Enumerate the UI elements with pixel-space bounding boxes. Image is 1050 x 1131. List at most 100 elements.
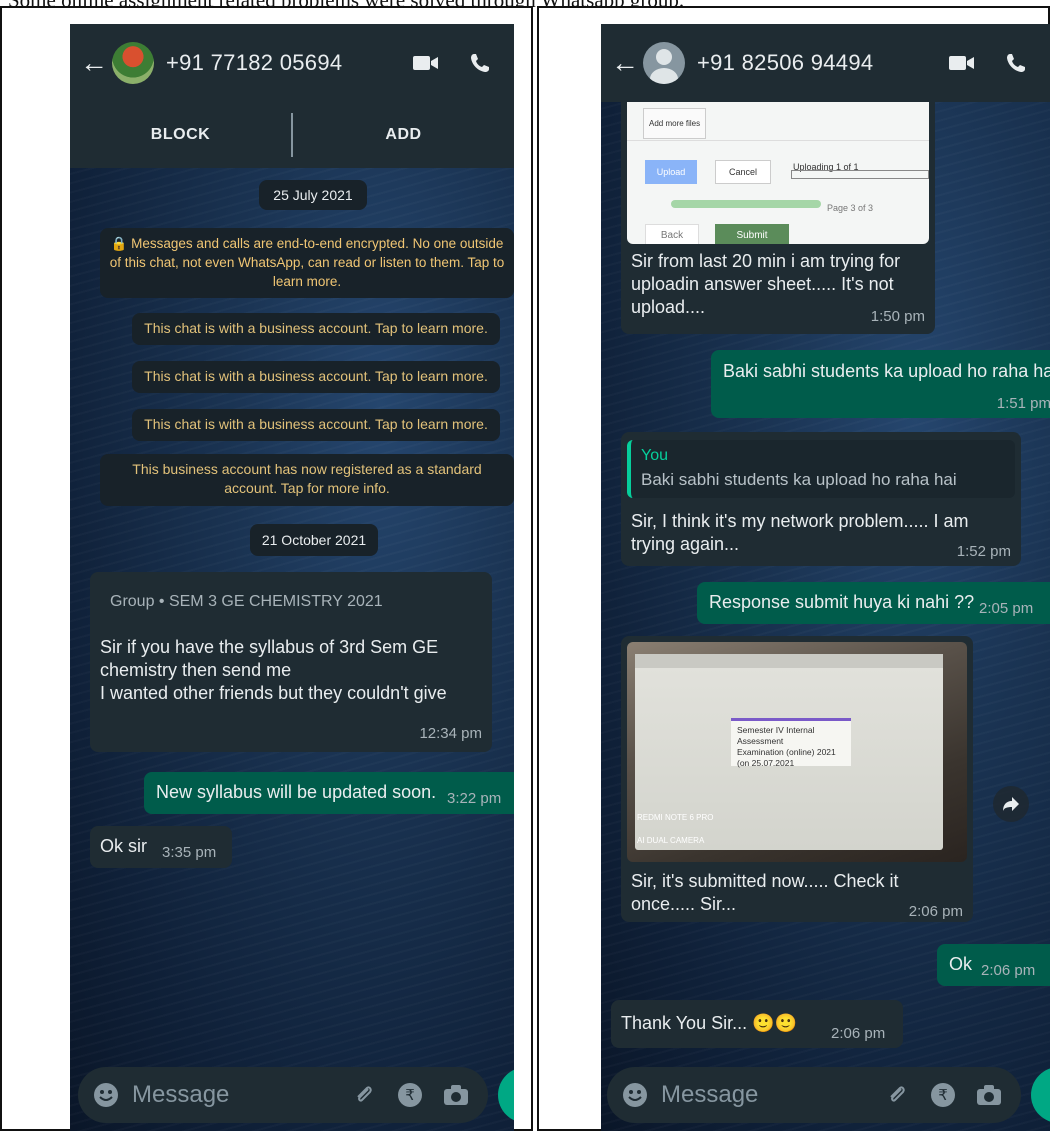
incoming-message[interactable]: Semester IV Internal Assessment Examinat…	[621, 636, 973, 922]
block-add-bar: BLOCK ADD	[70, 102, 514, 168]
message-text: Sir, it's submitted now..... Check it	[631, 871, 899, 891]
chat-header: ← +91 77182 05694	[70, 24, 514, 102]
message-time: 1:50 pm	[870, 308, 925, 325]
upload-button: Upload	[645, 160, 697, 184]
page-indicator: Page 3 of 3	[827, 203, 874, 213]
back-arrow-icon[interactable]: ←	[80, 47, 112, 79]
svg-text:₹: ₹	[938, 1086, 948, 1104]
message-input[interactable]: Message	[661, 1081, 883, 1109]
message-text: Ok	[949, 954, 973, 974]
message-time: 2:05 pm	[979, 600, 1034, 617]
attach-icon[interactable]	[883, 1081, 911, 1109]
exam-card-title: Semester IV Internal Assessment	[737, 725, 815, 746]
cancel-button: Cancel	[715, 160, 771, 184]
camera-watermark-line: REDMI NOTE 6 PRO	[637, 813, 714, 822]
contact-name[interactable]: +91 77182 05694	[166, 50, 406, 76]
message-time: 2:06 pm	[981, 962, 1036, 979]
message-text: Sir if you have the syllabus of 3rd Sem …	[100, 637, 439, 657]
right-screenshot-frame: ← +91 82506 94494 Add more files Upload …	[537, 6, 1050, 1131]
message-text: I wanted other friends but they couldn't…	[100, 683, 447, 703]
date-pill: 25 July 2021	[259, 180, 367, 210]
message-composer[interactable]: Message ₹	[78, 1067, 488, 1123]
exam-card-subtitle: Examination (online) 2021 (on 25.07.2021	[737, 747, 836, 768]
message-text: Baki sabhi students ka upload ho raha ha…	[723, 361, 1050, 381]
browser-bar	[635, 654, 943, 668]
photo-attachment[interactable]: Semester IV Internal Assessment Examinat…	[627, 642, 967, 862]
mic-button[interactable]	[1031, 1067, 1050, 1123]
quoted-author: You	[641, 447, 668, 464]
message-text: Sir, I think it's my network problem....…	[631, 511, 969, 531]
payment-icon[interactable]: ₹	[396, 1081, 424, 1109]
right-phone-screen: ← +91 82506 94494 Add more files Upload …	[601, 24, 1050, 1131]
business-notice[interactable]: This chat is with a business account. Ta…	[132, 409, 500, 441]
message-time: 2:06 pm	[831, 1025, 886, 1042]
message-text: Response submit huya ki nahi ??	[709, 592, 975, 612]
camera-icon[interactable]	[442, 1081, 470, 1109]
submit-button: Submit	[715, 224, 789, 244]
outgoing-message[interactable]: Baki sabhi students ka upload ho raha ha…	[711, 350, 1050, 418]
add-button[interactable]: ADD	[293, 126, 514, 144]
phone-call-icon[interactable]	[996, 43, 1036, 83]
date-pill: 21 October 2021	[250, 524, 378, 556]
camera-watermark: REDMI NOTE 6 PRO AI DUAL CAMERA	[637, 806, 713, 852]
quoted-text: Baki sabhi students ka upload ho raha ha…	[641, 470, 957, 489]
upload-progress-bar	[791, 170, 929, 179]
standard-account-notice[interactable]: This business account has now registered…	[100, 454, 514, 506]
add-files-button: Add more files	[643, 108, 707, 139]
message-time: 3:35 pm	[162, 844, 217, 861]
form-progress-bar	[671, 200, 821, 208]
attach-icon[interactable]	[350, 1081, 378, 1109]
camera-icon[interactable]	[975, 1081, 1003, 1109]
quoted-message[interactable]: You Baki sabhi students ka upload ho rah…	[627, 440, 1015, 498]
business-notice[interactable]: This chat is with a business account. Ta…	[132, 361, 500, 393]
left-phone-screen: ← +91 77182 05694 BLOCK ADD 25 July 2021…	[70, 24, 514, 1131]
camera-watermark-line: AI DUAL CAMERA	[637, 836, 705, 845]
outgoing-message[interactable]: Ok 2:06 pm	[937, 944, 1050, 986]
exam-card: Semester IV Internal Assessment Examinat…	[731, 718, 851, 768]
incoming-message[interactable]: Ok sir 3:35 pm	[90, 826, 232, 868]
video-call-icon[interactable]	[406, 43, 446, 83]
video-call-icon[interactable]	[942, 43, 982, 83]
incoming-message[interactable]: You Baki sabhi students ka upload ho rah…	[621, 432, 1021, 566]
mic-button[interactable]	[498, 1067, 514, 1123]
message-text: Ok sir	[100, 836, 147, 856]
form-screenshot-image[interactable]: Add more files Upload Cancel Uploading 1…	[627, 102, 929, 244]
left-screenshot-frame: ← +91 77182 05694 BLOCK ADD 25 July 2021…	[0, 6, 533, 1131]
business-notice[interactable]: This chat is with a business account. Ta…	[132, 313, 500, 345]
encryption-notice[interactable]: 🔒 Messages and calls are end-to-end encr…	[100, 228, 514, 298]
message-text: Thank You Sir... 🙂🙂	[621, 1013, 797, 1033]
emoji-icon[interactable]	[621, 1081, 649, 1109]
incoming-message[interactable]: Thank You Sir... 🙂🙂 2:06 pm	[611, 1000, 903, 1048]
chat-header: ← +91 82506 94494	[601, 24, 1050, 102]
contact-avatar[interactable]	[112, 42, 154, 84]
message-time: 1:52 pm	[956, 543, 1011, 560]
contact-name[interactable]: +91 82506 94494	[697, 50, 942, 76]
message-input[interactable]: Message	[132, 1081, 350, 1109]
message-time: 3:22 pm	[447, 790, 502, 807]
message-text: trying again...	[631, 534, 740, 554]
message-time: 1:51 pm	[996, 395, 1050, 412]
block-button[interactable]: BLOCK	[70, 126, 291, 144]
message-text: upload....	[631, 297, 706, 317]
incoming-message[interactable]: Group • SEM 3 GE CHEMISTRY 2021 Sir if y…	[90, 572, 492, 752]
message-text: uploadin answer sheet..... It's not	[631, 274, 894, 294]
contact-avatar[interactable]	[643, 42, 685, 84]
message-text: New syllabus will be updated soon.	[156, 782, 437, 802]
payment-icon[interactable]: ₹	[929, 1081, 957, 1109]
message-time: 2:06 pm	[908, 903, 963, 920]
back-button: Back	[645, 224, 699, 244]
forward-icon[interactable]	[993, 786, 1029, 822]
outgoing-message[interactable]: Response submit huya ki nahi ?? 2:05 pm	[697, 582, 1050, 624]
divider	[627, 140, 929, 141]
outgoing-message[interactable]: New syllabus will be updated soon. 3:22 …	[144, 772, 514, 814]
message-time: 12:34 pm	[419, 725, 482, 742]
group-label: Group • SEM 3 GE CHEMISTRY 2021	[110, 593, 383, 610]
back-arrow-icon[interactable]: ←	[611, 47, 643, 79]
svg-text:₹: ₹	[405, 1086, 415, 1104]
emoji-icon[interactable]	[92, 1081, 120, 1109]
message-text: once..... Sir...	[631, 894, 737, 914]
message-text: chemistry then send me	[100, 660, 292, 680]
incoming-message[interactable]: Add more files Upload Cancel Uploading 1…	[621, 102, 935, 334]
phone-call-icon[interactable]	[460, 43, 500, 83]
message-composer[interactable]: Message ₹	[607, 1067, 1021, 1123]
